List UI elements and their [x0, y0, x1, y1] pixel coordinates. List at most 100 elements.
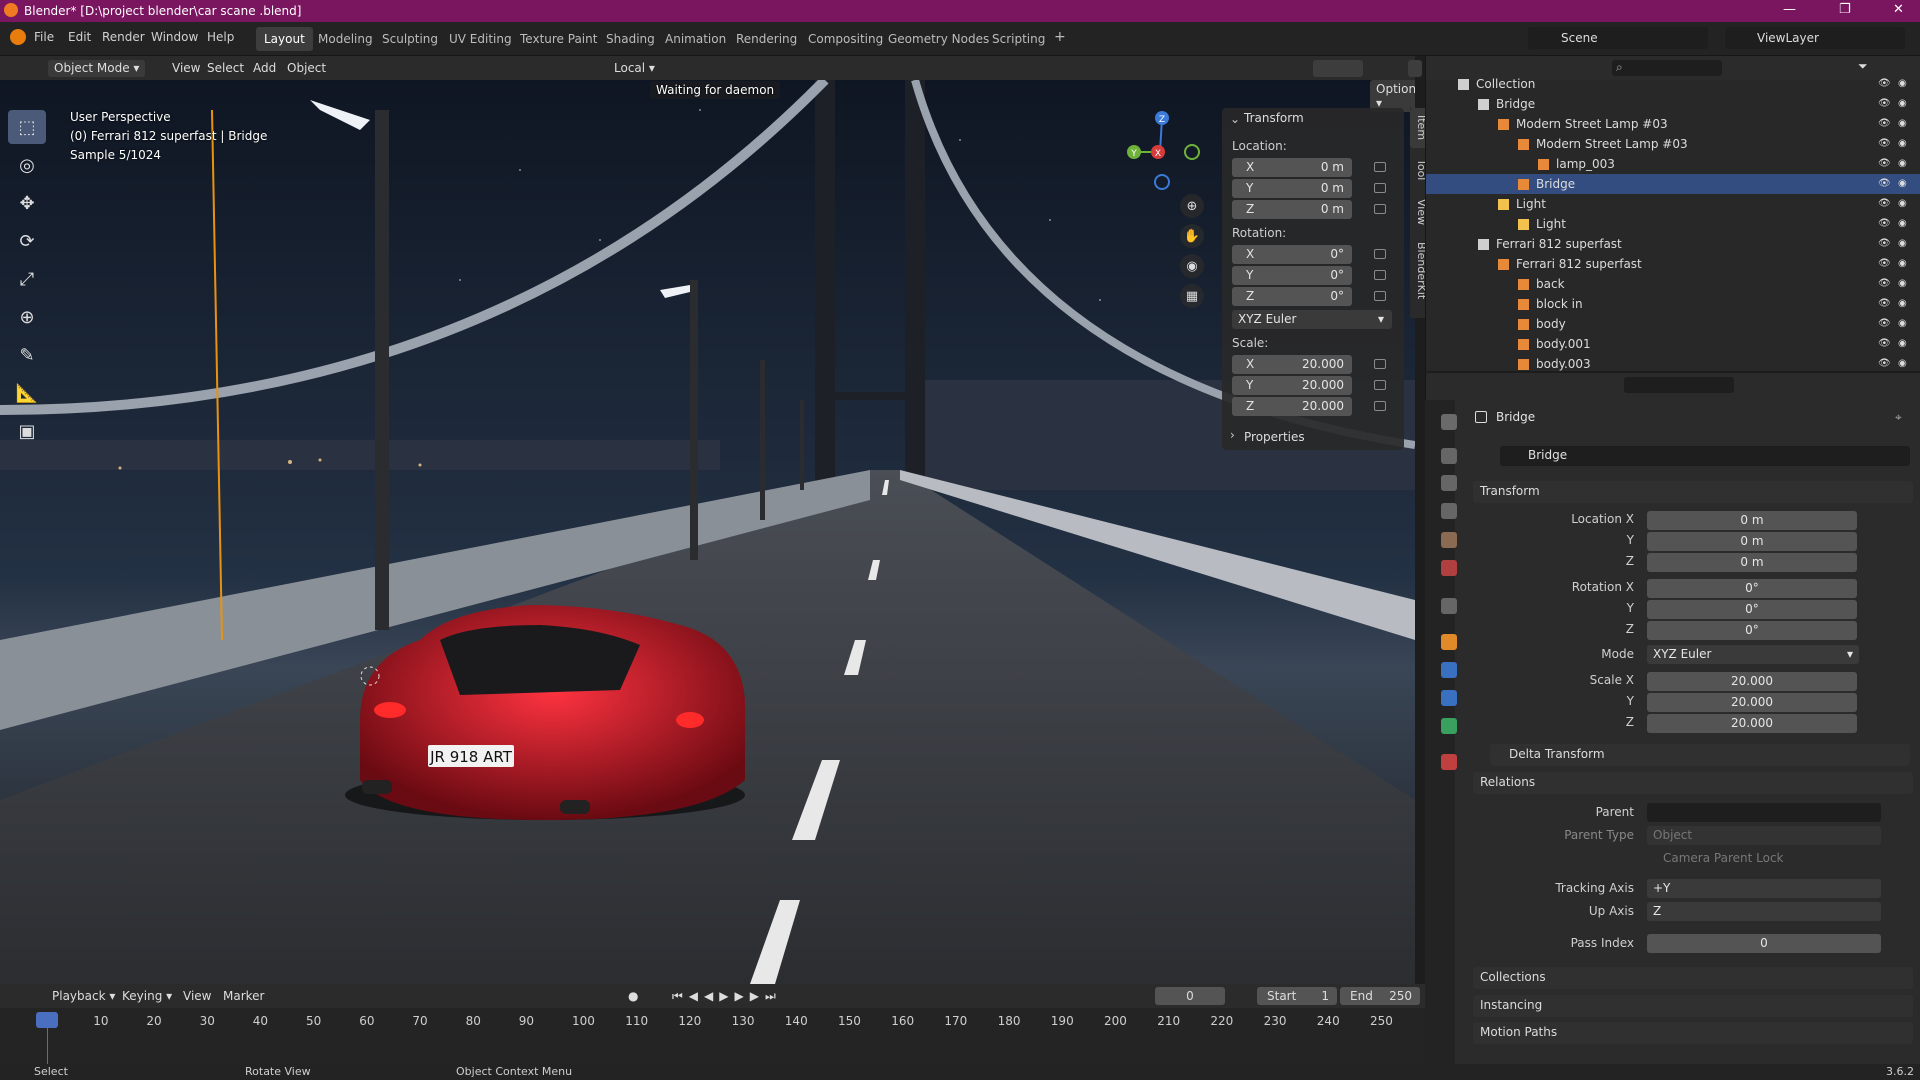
annotate-tool-icon[interactable]: ✎ [8, 338, 46, 372]
view-layer-properties-icon[interactable] [1441, 503, 1457, 519]
outliner-row[interactable]: Collection 👁 ◉ [1426, 74, 1920, 94]
output-properties-icon[interactable] [1441, 475, 1457, 491]
relations-section-header[interactable] [1473, 772, 1913, 794]
location-z-field[interactable]: Z 0 m [1232, 200, 1352, 219]
tab-animation[interactable]: Animation [657, 30, 734, 48]
scale-tool-icon[interactable]: ⤢ [8, 262, 46, 296]
prop-scale-y-field[interactable]: 20.000 [1647, 693, 1857, 712]
playhead[interactable] [36, 1012, 58, 1028]
prop-location-y-field[interactable]: 0 m [1647, 532, 1857, 551]
rotate-tool-icon[interactable]: ⟳ [8, 224, 46, 258]
add-cube-tool-icon[interactable]: ▣ [8, 414, 46, 448]
tab-scripting[interactable]: Scripting [984, 30, 1053, 48]
tab-geometry-nodes[interactable]: Geometry Nodes [880, 30, 997, 48]
lock-icon[interactable] [1374, 183, 1386, 193]
maximize-button[interactable]: ❐ [1839, 2, 1851, 17]
outliner-row[interactable]: Modern Street Lamp #03 👁 ◉ [1426, 134, 1920, 154]
render-camera-icon[interactable]: ◉ [1898, 214, 1907, 234]
end-frame-field[interactable]: End 250 [1340, 987, 1420, 1005]
outliner-row[interactable]: Light 👁 ◉ [1426, 214, 1920, 234]
rotation-mode-dropdown[interactable]: XYZ Euler ▾ [1232, 310, 1392, 329]
outliner-row[interactable]: Modern Street Lamp #03 👁 ◉ [1426, 114, 1920, 134]
tab-modeling[interactable]: Modeling [310, 30, 381, 48]
render-camera-icon[interactable]: ◉ [1898, 334, 1907, 354]
start-frame-field[interactable]: Start 1 [1257, 987, 1337, 1005]
close-button[interactable]: ✕ [1893, 2, 1904, 17]
render-camera-icon[interactable]: ◉ [1898, 354, 1907, 374]
viewport-menu-view[interactable]: View [172, 60, 200, 77]
tab-layout[interactable]: Layout [256, 27, 313, 51]
prop-location-z-field[interactable]: 0 m [1647, 553, 1857, 572]
render-camera-icon[interactable]: ◉ [1898, 194, 1907, 214]
visibility-eye-icon[interactable]: 👁 [1878, 234, 1891, 254]
3d-viewport[interactable]: JR 918 ART User Perspective (0) Ferrari … [0, 80, 1415, 984]
visibility-eye-icon[interactable]: 👁 [1878, 314, 1891, 334]
visibility-eye-icon[interactable]: 👁 [1878, 294, 1891, 314]
visibility-eye-icon[interactable]: 👁 [1878, 194, 1891, 214]
scale-y-field[interactable]: Y 20.000 [1232, 376, 1352, 395]
object-name-field[interactable]: Bridge [1500, 446, 1910, 466]
orientation-dropdown[interactable]: Local ▾ [614, 60, 655, 77]
record-icon[interactable]: ● [628, 988, 638, 1005]
pin-icon[interactable]: ⌖ [1895, 410, 1902, 425]
render-camera-icon[interactable]: ◉ [1898, 294, 1907, 314]
prop-location-x-field[interactable]: 0 m [1647, 511, 1857, 530]
render-camera-icon[interactable]: ◉ [1898, 114, 1907, 134]
menu-edit[interactable]: Edit [68, 30, 91, 44]
visibility-eye-icon[interactable]: 👁 [1878, 154, 1891, 174]
visibility-eye-icon[interactable]: 👁 [1878, 134, 1891, 154]
material-properties-icon[interactable] [1441, 754, 1457, 770]
view-layer-selector[interactable]: ViewLayer [1725, 27, 1905, 49]
cursor-tool-icon[interactable]: ◎ [8, 148, 46, 182]
outliner-row[interactable]: lamp_003 👁 ◉ [1426, 154, 1920, 174]
visibility-eye-icon[interactable]: 👁 [1878, 114, 1891, 134]
prop-scale-x-field[interactable]: 20.000 [1647, 672, 1857, 691]
timeline-menu-playback[interactable]: Playback ▾ [52, 988, 115, 1005]
rotation-mode-dropdown[interactable]: XYZ Euler ▾ [1647, 645, 1859, 664]
properties-search-input[interactable] [1624, 377, 1734, 393]
rotation-y-field[interactable]: Y 0° [1232, 266, 1352, 285]
object-properties-icon[interactable] [1441, 634, 1457, 650]
move-tool-icon[interactable]: ✥ [8, 186, 46, 220]
prop-rotation-z-field[interactable]: 0° [1647, 621, 1857, 640]
chevron-right-icon[interactable]: › [1230, 428, 1235, 442]
menu-window[interactable]: Window [151, 30, 198, 44]
outliner-row[interactable]: Bridge 👁 ◉ [1426, 174, 1920, 194]
pause-render-button[interactable] [1408, 60, 1422, 77]
location-x-field[interactable]: X 0 m [1232, 158, 1352, 177]
tab-sculpting[interactable]: Sculpting [374, 30, 446, 48]
menu-file[interactable]: File [34, 30, 54, 44]
properties-panel-title[interactable]: Properties [1244, 430, 1305, 444]
filter-icon[interactable]: ⏷ [1858, 59, 1868, 74]
visibility-eye-icon[interactable]: 👁 [1878, 274, 1891, 294]
render-camera-icon[interactable]: ◉ [1898, 134, 1907, 154]
render-camera-icon[interactable]: ◉ [1898, 234, 1907, 254]
outliner-row[interactable]: body 👁 ◉ [1426, 314, 1920, 334]
tab-rendering[interactable]: Rendering [728, 30, 805, 48]
scene-properties-icon[interactable] [1441, 532, 1457, 548]
viewport-shading-solid-button[interactable] [1313, 60, 1363, 77]
select-box-tool-icon[interactable]: ⬚ [8, 110, 46, 144]
prop-rotation-x-field[interactable]: 0° [1647, 579, 1857, 598]
render-camera-icon[interactable]: ◉ [1898, 274, 1907, 294]
modifier-properties-icon[interactable] [1441, 662, 1457, 678]
current-frame-field[interactable]: 0 [1155, 987, 1225, 1005]
measure-tool-icon[interactable]: 📐 [8, 376, 46, 410]
prop-scale-z-field[interactable]: 20.000 [1647, 714, 1857, 733]
menu-render[interactable]: Render [102, 30, 145, 44]
lock-icon[interactable] [1374, 249, 1386, 259]
tool-properties-icon[interactable] [1441, 414, 1457, 430]
render-camera-icon[interactable]: ◉ [1898, 174, 1907, 194]
transform-tool-icon[interactable]: ⊕ [8, 300, 46, 334]
add-workspace-button[interactable]: + [1046, 27, 1074, 47]
pass-index-field[interactable]: 0 [1647, 934, 1881, 953]
timeline-menu-marker[interactable]: Marker [223, 988, 264, 1005]
render-properties-icon[interactable] [1441, 448, 1457, 464]
tab-texture-paint[interactable]: Texture Paint [512, 30, 605, 48]
parent-type-dropdown[interactable]: Object [1647, 826, 1881, 845]
outliner-row[interactable]: Ferrari 812 superfast 👁 ◉ [1426, 254, 1920, 274]
render-camera-icon[interactable]: ◉ [1898, 254, 1907, 274]
constraint-properties-icon[interactable] [1441, 718, 1457, 734]
lock-icon[interactable] [1374, 270, 1386, 280]
tab-compositing[interactable]: Compositing [800, 30, 891, 48]
